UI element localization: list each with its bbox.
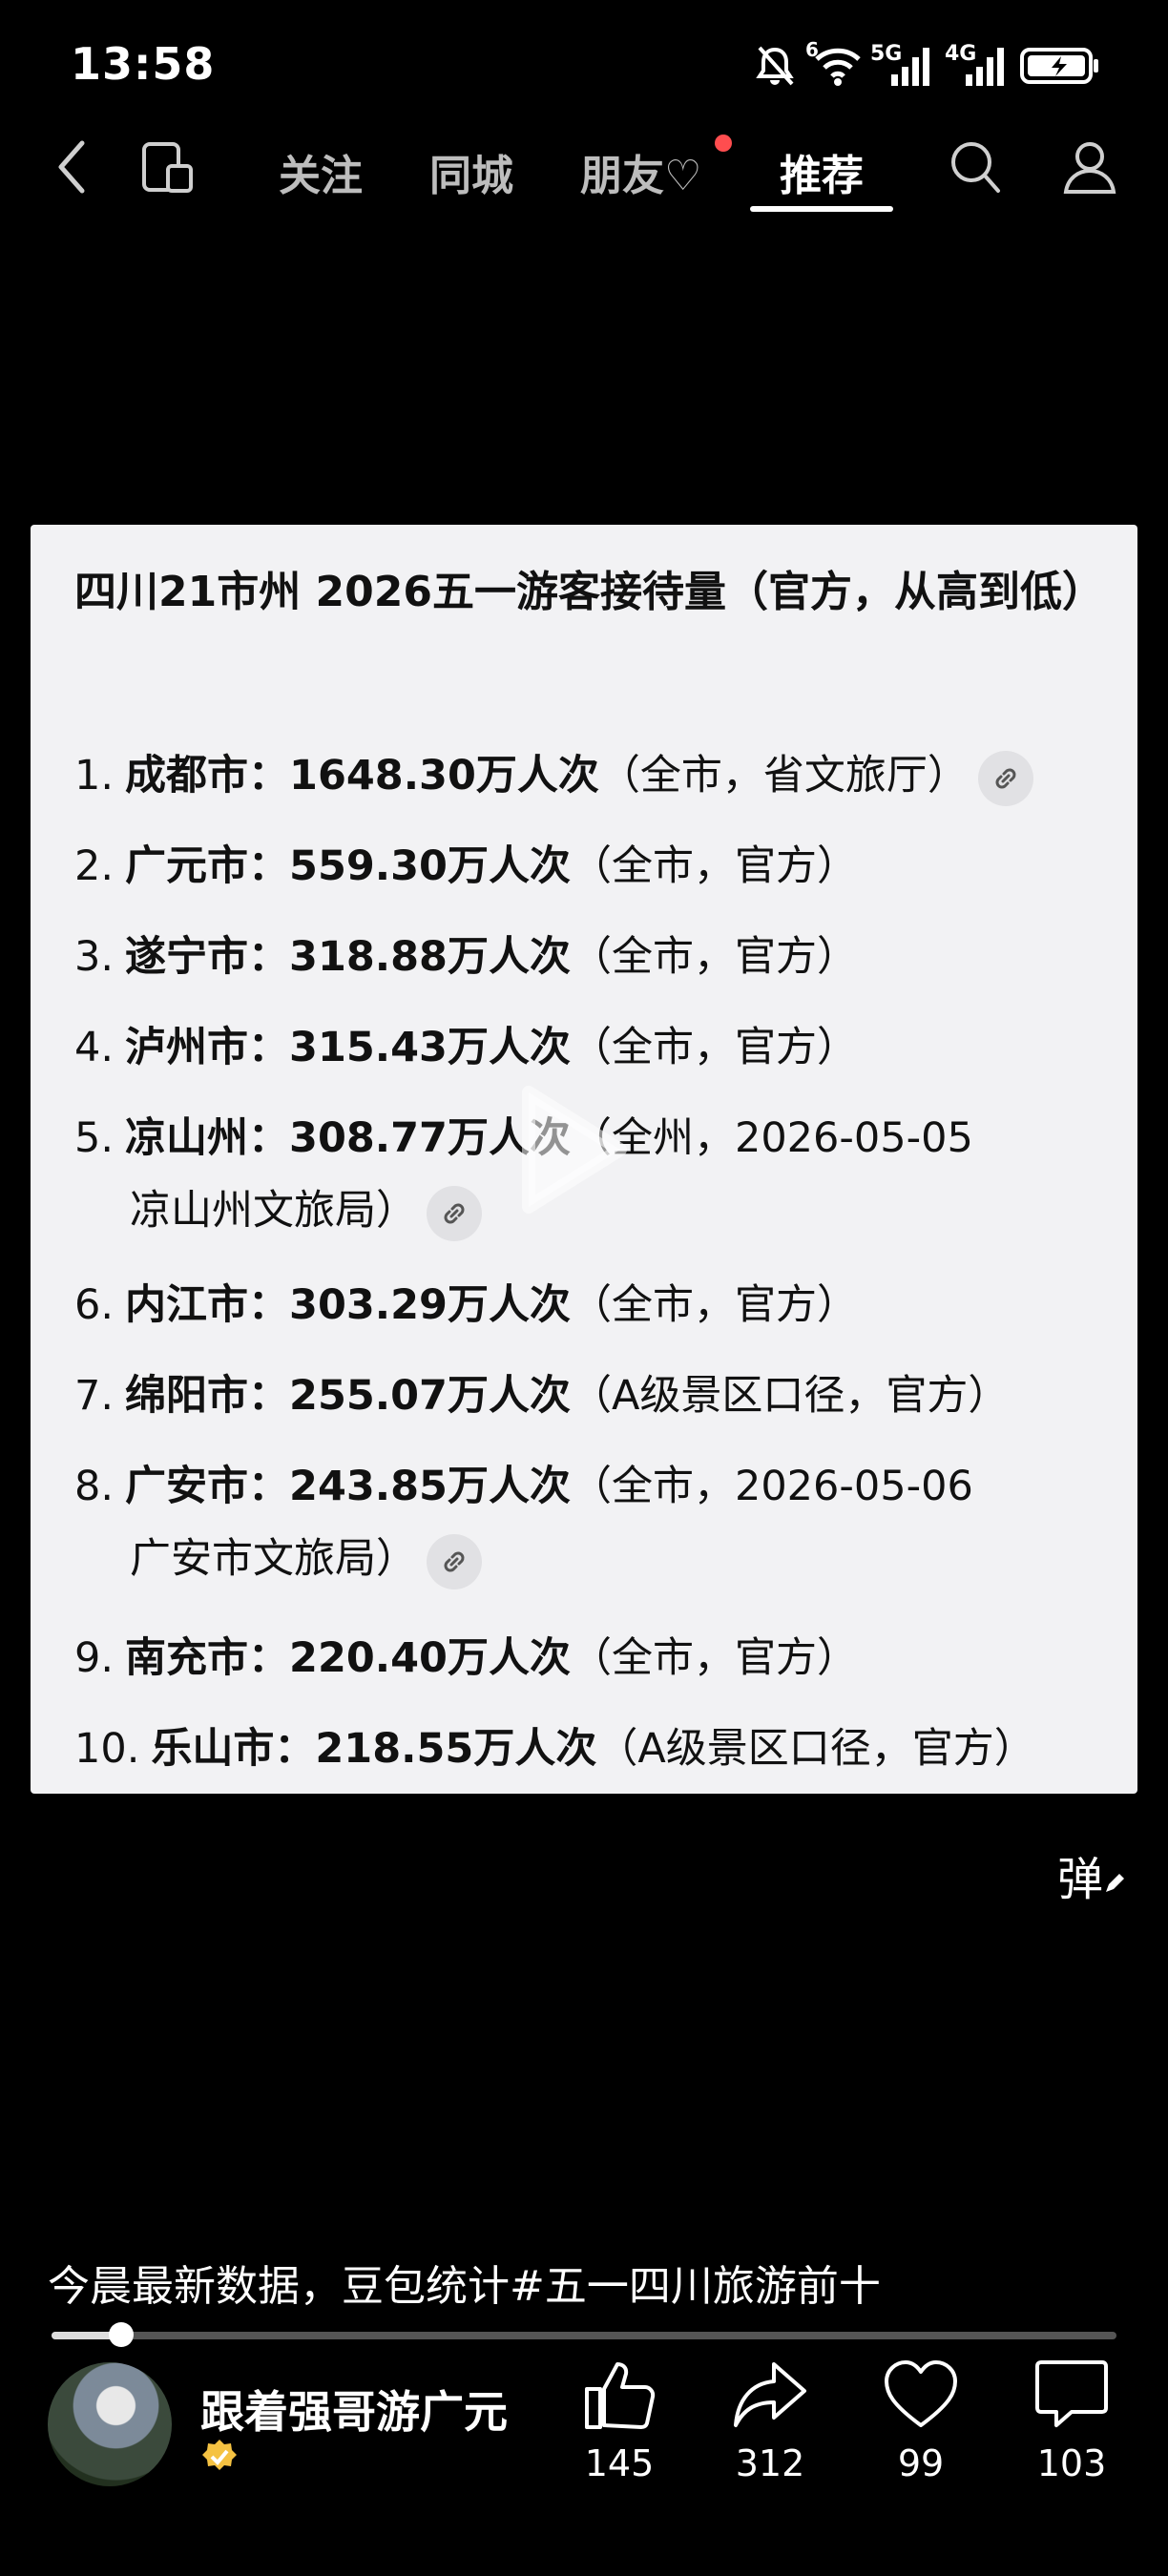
progress-track[interactable] [52,2332,1116,2339]
ranking-name: 泸州市： [125,1024,290,1071]
ranking-row: 8. 广安市：243.85万人次（全市，2026-05-06 广安市文旅局） [74,1450,1115,1595]
tab-follow[interactable]: 关注 [279,141,363,202]
ranking-rank: 4. [74,1024,115,1071]
danmaku-toggle[interactable]: 弹 [1057,1841,1125,1908]
ranking-note: （全市，官方） [570,1024,858,1071]
ranking-name: 广安市： [125,1463,290,1510]
signal-bars-icon-2 [966,48,1004,86]
like-count: 145 [584,2442,655,2484]
mute-bell-icon [756,46,794,86]
ranking-row: 1. 成都市：1648.30万人次（全市，省文旅厅） [74,739,1115,812]
ranking-value: 220.40万人次 [289,1634,571,1682]
ranking-rank: 1. [74,752,115,800]
comment-bubble-icon [1035,2360,1108,2427]
back-chevron-icon[interactable] [55,139,88,195]
ranking-source: 凉山州文旅局） [130,1187,417,1235]
ranking-note: （A级景区口径，官方） [596,1725,1035,1773]
comment-button[interactable]: 103 [1010,2358,1134,2484]
verified-badge-icon [202,2440,237,2470]
ranking-rank: 7. [74,1372,115,1420]
share-count: 312 [735,2442,805,2484]
friends-notification-dot [715,135,732,152]
comment-count: 103 [1036,2442,1107,2484]
avatar[interactable] [48,2362,172,2486]
ranking-name: 遂宁市： [125,933,290,981]
ranking-rank: 9. [74,1634,115,1682]
progress-handle[interactable] [109,2322,134,2347]
ranking-row: 3. 遂宁市：318.88万人次（全市，官方） [74,921,1115,993]
share-button[interactable]: 312 [708,2358,832,2484]
play-icon[interactable] [515,1083,630,1216]
reference-link-icon[interactable] [977,750,1033,806]
ranking-note: （全市，官方） [570,1634,858,1682]
tab-same-city[interactable]: 同城 [429,141,513,202]
ranking-rank: 6. [74,1281,115,1329]
ranking-row: 9. 南充市：220.40万人次（全市，官方） [74,1622,1115,1694]
ranking-rank: 5. [74,1114,115,1162]
ranking-name: 凉山州： [125,1114,290,1162]
status-time: 13:58 [71,38,216,90]
ranking-value: 1648.30万人次 [289,752,599,800]
ranking-name: 广元市： [125,842,290,890]
ranking-value: 559.30万人次 [289,842,571,890]
like-button[interactable]: 145 [557,2358,681,2484]
search-icon[interactable] [949,139,1002,195]
wifi-icon [815,48,861,86]
ranking-name: 内江市： [125,1281,290,1329]
multi-window-icon[interactable] [141,141,195,195]
ranking-rank: 8. [74,1463,115,1510]
thumbs-up-icon [585,2362,656,2429]
profile-icon[interactable] [1061,139,1118,195]
ranking-name: 南充市： [125,1634,290,1682]
ranking-name: 成都市： [125,752,290,800]
ranking-note: （全市，官方） [570,1281,858,1329]
ranking-value: 303.29万人次 [289,1281,571,1329]
share-arrow-icon [734,2362,806,2427]
ranking-row: 6. 内江市：303.29万人次（全市，官方） [74,1269,1115,1341]
ranking-rank: 10. [74,1725,140,1773]
reference-link-icon[interactable] [427,1185,482,1241]
danmaku-label: 弹 [1057,1853,1104,1906]
battery-charging-icon [1020,48,1098,84]
ranking-rank: 3. [74,933,115,981]
ranking-source: 广安市文旅局） [130,1535,417,1583]
ranking-note: （全市，官方） [570,933,858,981]
ranking-note: （全市，省文旅厅） [598,752,969,800]
ranking-value: 315.43万人次 [289,1024,571,1071]
card-title: 四川21市州 2026五一游客接待量（官方，从高到低） [74,568,1105,616]
favorite-button[interactable]: 99 [859,2358,983,2484]
signal-bars-icon [891,48,929,86]
ranking-value: 243.85万人次 [289,1463,571,1510]
ranking-name: 绵阳市： [125,1372,290,1420]
ranking-row: 2. 广元市：559.30万人次（全市，官方） [74,830,1115,903]
ranking-name: 乐山市： [151,1725,316,1773]
ranking-note: （A级景区口径，官方） [570,1372,1010,1420]
pencil-icon [1106,1874,1125,1892]
heart-icon [885,2360,957,2427]
author-name[interactable]: 跟着强哥游广元 [200,2378,508,2441]
favorite-count: 99 [897,2442,945,2484]
tab-friends[interactable]: 朋友♡ [580,141,701,202]
ranking-value: 318.88万人次 [289,933,571,981]
tab-recommended[interactable]: 推荐 [780,141,864,202]
ranking-note: （全市，官方） [570,842,858,890]
ranking-note: （全市，2026-05-06 [570,1463,973,1510]
ranking-note: （全州，2026-05-05 [570,1114,973,1162]
active-tab-indicator [750,206,893,212]
ranking-row: 7. 绵阳市：255.07万人次（A级景区口径，官方） [74,1360,1115,1432]
reference-link-icon[interactable] [427,1533,482,1589]
ranking-value: 218.55万人次 [315,1725,597,1773]
video-caption[interactable]: 今晨最新数据，豆包统计#五一四川旅游前十 [48,2252,881,2313]
ranking-row: 4. 泸州市：315.43万人次（全市，官方） [74,1011,1115,1084]
ranking-rank: 2. [74,842,115,890]
ranking-value: 255.07万人次 [289,1372,571,1420]
ranking-row: 10. 乐山市：218.55万人次（A级景区口径，官方） [74,1713,1115,1785]
